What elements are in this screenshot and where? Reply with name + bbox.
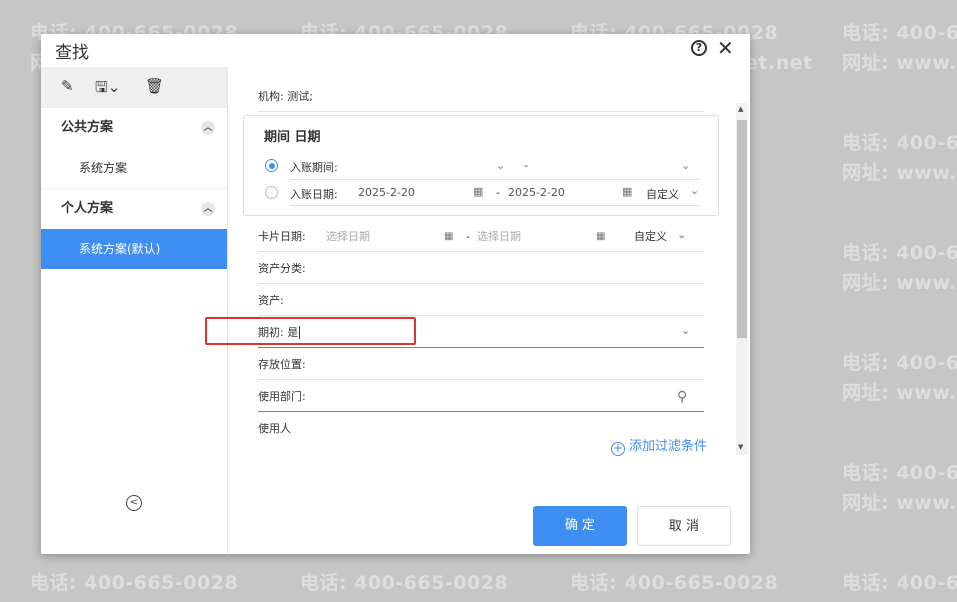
card-date-from-input[interactable]: 选择日期	[326, 222, 370, 252]
find-dialog: 查找 ? ✕ ✎ 🖫⌄ 🗑 公共方案 ︿ 系统方案 个人方案 ︿ 系统方案(默认…	[41, 34, 750, 554]
add-circle-icon: +	[611, 441, 625, 456]
watermark-site: 网址: www.chanjet.net	[842, 272, 957, 294]
dialog-title: 查找	[55, 43, 89, 63]
chevron-up-icon[interactable]: ︿	[201, 121, 215, 135]
card-date-mode-select[interactable]: 自定义	[634, 222, 667, 252]
confirm-button[interactable]: 确 定	[533, 506, 627, 546]
scheme-item-system-default[interactable]: 系统方案(默认)	[41, 229, 227, 269]
scroll-up-icon[interactable]: ▲	[738, 105, 743, 113]
edit-icon[interactable]: ✎	[61, 77, 74, 95]
add-filter-label: 添加过滤条件	[629, 439, 708, 454]
watermark-phone: 电话: 400-665-0028	[30, 572, 239, 594]
period-date-title: 期间 日期	[264, 130, 321, 145]
dept-field[interactable]: 使用部门: ⚲	[258, 382, 704, 412]
add-filter-button[interactable]: + 添加过滤条件	[611, 435, 707, 456]
date-label: 入账日期:	[290, 188, 338, 201]
period-date-box: 期间 日期 入账期间: ⌄ - ⌄ 入账日期: 2025-2-20 ▦ - 20…	[243, 115, 719, 216]
form-scrollbar[interactable]: ▲ ▼	[736, 103, 748, 455]
watermark-phone: 电话: 400-665-0028	[300, 572, 509, 594]
public-scheme-group[interactable]: 公共方案 ︿	[41, 108, 227, 148]
period-from-chevron-down-icon[interactable]: ⌄	[496, 159, 505, 172]
watermark-site: 网址: www.chanjet.net	[842, 162, 957, 184]
period-label: 入账期间:	[290, 161, 338, 174]
card-date-dash: -	[466, 230, 470, 243]
watermark-phone: 电话: 400-665-0028	[570, 572, 779, 594]
card-date-field: 卡片日期: 选择日期 ▦ - 选择日期 ▦ 自定义 ⌄	[258, 222, 704, 252]
public-scheme-label: 公共方案	[61, 120, 114, 135]
period-to-chevron-down-icon[interactable]: ⌄	[681, 159, 690, 172]
chevron-down-icon[interactable]: ⌄	[677, 220, 686, 250]
chevron-up-icon[interactable]: ︿	[201, 202, 215, 216]
location-field[interactable]: 存放位置:	[258, 350, 704, 380]
card-date-label: 卡片日期:	[258, 230, 306, 243]
calendar-icon[interactable]: ▦	[473, 185, 483, 198]
filter-form: 机构: 测试; 期间 日期 入账期间: ⌄ - ⌄ 入账日期: 2025-2-2…	[229, 67, 749, 467]
chevron-down-icon[interactable]: ⌄	[690, 184, 699, 197]
watermark-phone: 电话: 400-665-0028	[842, 462, 957, 484]
scheme-item-system[interactable]: 系统方案	[41, 148, 227, 188]
watermark-site: 网址: www.chanjet.net	[842, 382, 957, 404]
calendar-icon[interactable]: ▦	[596, 222, 605, 252]
asset-label: 资产:	[258, 294, 284, 307]
watermark-phone: 电话: 400-665-0028	[842, 352, 957, 374]
user-label: 使用人	[258, 422, 291, 435]
org-value: 测试;	[287, 90, 313, 103]
scheme-toolbar: ✎ 🖫⌄ 🗑	[41, 67, 227, 108]
location-label: 存放位置:	[258, 358, 306, 371]
card-date-to-input[interactable]: 选择日期	[477, 222, 521, 252]
collapse-sidebar-icon[interactable]: <	[126, 495, 142, 511]
user-search-icon[interactable]: ⚲	[677, 382, 687, 412]
watermark-site: 网址: www.chanjet.net	[842, 52, 957, 74]
watermark-phone: 电话: 400-665-0028	[842, 572, 957, 594]
help-icon[interactable]: ?	[691, 40, 707, 56]
save-icon[interactable]: 🖫⌄	[95, 77, 120, 102]
asset-class-label: 资产分类:	[258, 262, 306, 275]
period-underline	[290, 179, 700, 180]
scroll-down-icon[interactable]: ▼	[738, 443, 743, 451]
scroll-thumb[interactable]	[737, 120, 747, 338]
cancel-button[interactable]: 取 消	[637, 506, 731, 546]
date-from-value[interactable]: 2025-2-20	[358, 186, 415, 199]
dept-label: 使用部门:	[258, 390, 306, 403]
period-dash: -	[524, 159, 528, 172]
asset-field[interactable]: 资产:	[258, 286, 704, 316]
date-to-value[interactable]: 2025-2-20	[508, 186, 565, 199]
watermark-phone: 电话: 400-665-0028	[842, 242, 957, 264]
calendar-icon[interactable]: ▦	[444, 222, 453, 252]
close-icon[interactable]: ✕	[717, 36, 734, 60]
delete-icon[interactable]: 🗑	[145, 77, 164, 95]
watermark-site: 网址: www.chanjet.net	[842, 492, 957, 514]
date-mode-select[interactable]: 自定义	[646, 186, 679, 202]
period-radio[interactable]	[265, 159, 278, 172]
chevron-down-icon[interactable]: ⌄	[681, 316, 690, 346]
date-radio[interactable]	[265, 186, 278, 199]
personal-scheme-group[interactable]: 个人方案 ︿	[41, 189, 227, 229]
personal-scheme-label: 个人方案	[61, 201, 114, 216]
date-dash: -	[496, 186, 500, 199]
asset-class-field[interactable]: 资产分类:	[258, 254, 704, 284]
scheme-sidebar: ✎ 🖫⌄ 🗑 公共方案 ︿ 系统方案 个人方案 ︿ 系统方案(默认) <	[41, 67, 228, 554]
date-underline	[290, 205, 700, 206]
org-field[interactable]: 机构: 测试;	[258, 82, 704, 112]
highlight-box	[205, 317, 416, 345]
org-label: 机构:	[258, 90, 284, 103]
calendar-icon[interactable]: ▦	[622, 185, 632, 198]
watermark-phone: 电话: 400-665-0028	[842, 132, 957, 154]
watermark-phone: 电话: 400-665-0028	[842, 22, 957, 44]
